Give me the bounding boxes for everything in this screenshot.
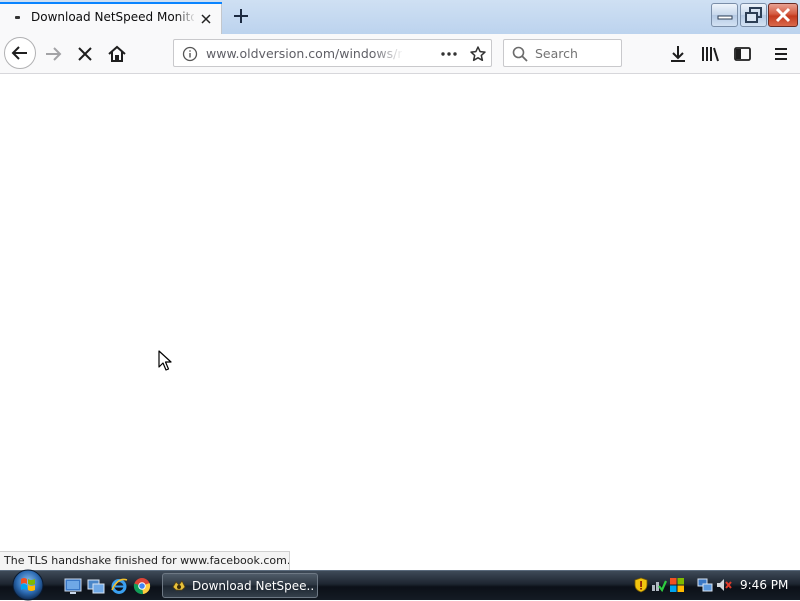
- loading-dot-icon: [15, 16, 20, 19]
- stop-x-icon[interactable]: [70, 39, 100, 69]
- windows-start-orb-icon[interactable]: [8, 567, 48, 601]
- close-window-button[interactable]: [768, 3, 798, 27]
- taskbar-window-label: Download NetSpee...: [192, 579, 314, 593]
- search-bar[interactable]: Search: [503, 39, 622, 67]
- info-icon[interactable]: [182, 46, 198, 62]
- restore-icon: [745, 7, 762, 23]
- minimize-button[interactable]: [711, 3, 738, 27]
- close-icon[interactable]: [198, 11, 214, 27]
- search-input[interactable]: Search: [535, 46, 615, 62]
- taskbar: Download NetSpee... 9:46 PM: [0, 567, 800, 601]
- tab-strip: Download NetSpeed Monitor 2: [0, 0, 800, 34]
- security-shield-icon[interactable]: [633, 577, 649, 593]
- system-clock[interactable]: 9:46 PM: [740, 578, 792, 592]
- navigation-toolbar: www.oldversion.com/windows/ne Search: [0, 34, 800, 74]
- plus-icon[interactable]: [230, 5, 252, 27]
- switch-windows-icon[interactable]: [87, 577, 105, 595]
- volume-muted-icon[interactable]: [716, 577, 732, 593]
- search-icon: [512, 46, 528, 62]
- arrow-right-icon[interactable]: [38, 39, 68, 69]
- hamburger-icon[interactable]: [766, 39, 796, 69]
- show-desktop-icon[interactable]: [64, 577, 82, 595]
- back-button[interactable]: [4, 37, 36, 69]
- download-icon[interactable]: [663, 39, 693, 69]
- star-icon[interactable]: [469, 45, 487, 63]
- url-fade: [372, 43, 404, 63]
- network-check-icon[interactable]: [651, 577, 667, 593]
- sidebar-icon[interactable]: [727, 39, 757, 69]
- internet-explorer-icon[interactable]: [110, 577, 128, 595]
- network-icon[interactable]: [697, 577, 713, 593]
- firefox-icon: [172, 580, 186, 591]
- restore-button[interactable]: [740, 3, 767, 27]
- minimize-icon: [717, 15, 733, 20]
- arrow-left-icon: [11, 46, 27, 60]
- url-bar[interactable]: www.oldversion.com/windows/ne: [173, 39, 492, 67]
- taskbar-firefox-window[interactable]: Download NetSpee...: [162, 573, 318, 598]
- library-icon[interactable]: [695, 39, 725, 69]
- tab-title-fade: [176, 8, 196, 28]
- ellipsis-icon[interactable]: [440, 46, 458, 62]
- home-icon[interactable]: [102, 39, 132, 69]
- tab-title: Download NetSpeed Monitor 2: [31, 10, 194, 24]
- mouse-pointer-icon: [158, 350, 172, 371]
- close-icon: [775, 7, 791, 23]
- chrome-icon[interactable]: [133, 577, 151, 595]
- tab-accent-line: [0, 2, 222, 4]
- page-content: [0, 74, 800, 570]
- tab-active[interactable]: Download NetSpeed Monitor 2: [0, 2, 222, 34]
- windows-update-icon[interactable]: [669, 577, 685, 593]
